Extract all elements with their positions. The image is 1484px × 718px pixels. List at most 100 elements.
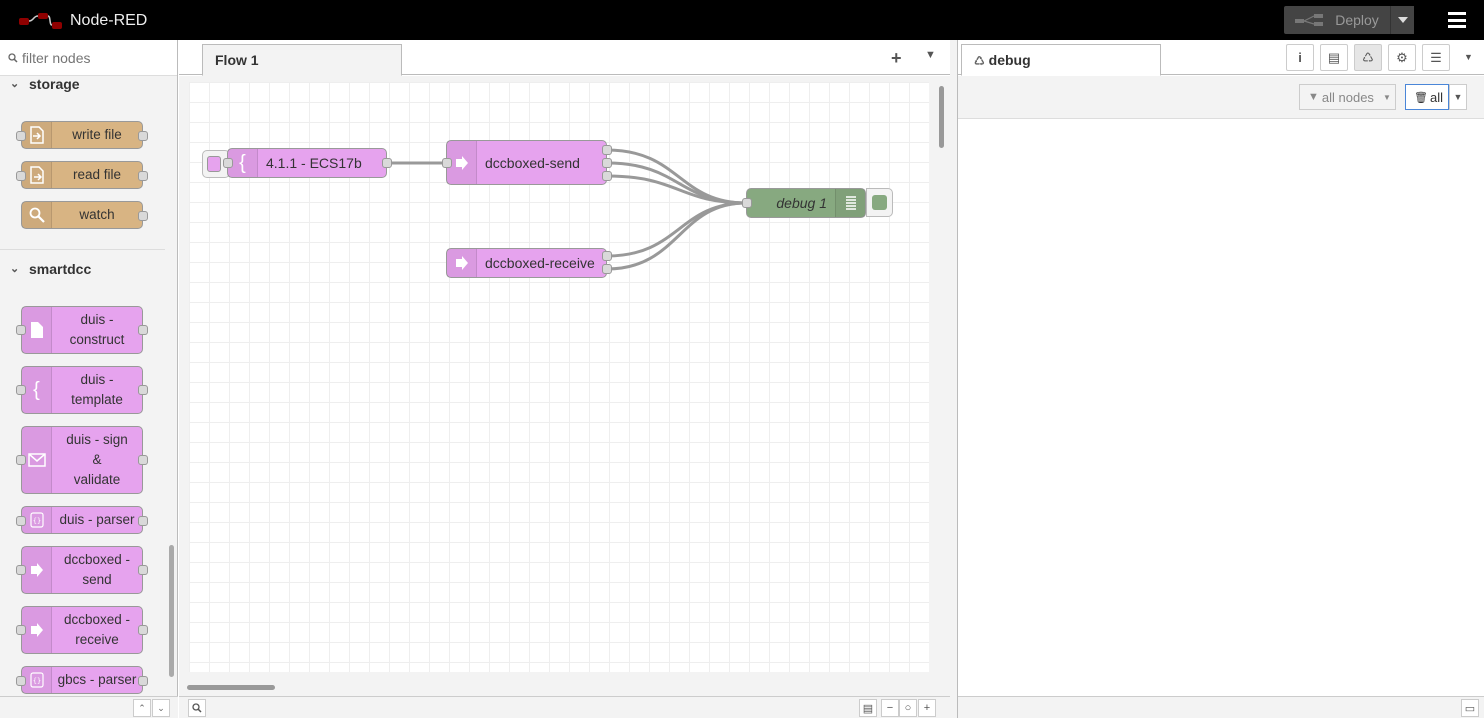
node-label: watch — [79, 207, 115, 222]
palette: ⌄ storage write file read file watch — [0, 40, 178, 718]
zoom-out-button[interactable]: − — [881, 699, 899, 717]
output-port[interactable] — [602, 251, 612, 261]
output-port[interactable] — [602, 171, 612, 181]
add-flow-button[interactable]: + — [891, 48, 902, 69]
flow-node-dccboxed-receive[interactable]: dccboxed-receive — [446, 248, 607, 278]
caret-down-icon: ▼ — [1382, 92, 1391, 102]
caret-down-icon — [1397, 17, 1408, 23]
clear-options-button[interactable]: ▼ — [1449, 84, 1467, 110]
category-storage[interactable]: ⌄ storage — [0, 76, 165, 94]
input-port — [16, 455, 26, 465]
hamburger-icon — [1448, 12, 1466, 15]
input-port — [16, 625, 26, 635]
json-icon: {} — [22, 667, 52, 693]
tab-debug[interactable]: ♺ debug — [961, 44, 1161, 76]
debug-toolbar: ▼ all nodes ▼ 🗑 all ▼ — [958, 76, 1484, 119]
canvas-horizontal-scrollbar[interactable] — [187, 685, 275, 690]
node-button-handle — [207, 156, 221, 172]
output-port[interactable] — [602, 145, 612, 155]
search-flows-button[interactable] — [188, 699, 206, 717]
node-label: write file — [72, 127, 122, 142]
info-tab-button[interactable]: i — [1286, 44, 1314, 71]
palette-footer: ⌃ ⌄ — [0, 696, 178, 718]
caret-down-icon: ▼ — [925, 49, 936, 61]
json-icon: {} — [22, 507, 52, 533]
palette-node-duis-template[interactable]: { duis - template — [21, 366, 143, 414]
chevron-down-icon: ⌄ — [10, 78, 20, 90]
expand-all-button[interactable]: ⌄ — [152, 699, 170, 717]
info-icon: i — [1298, 50, 1302, 65]
debug-messages — [958, 120, 1484, 696]
palette-node-dccboxed-send[interactable]: dccboxed - send — [21, 546, 143, 594]
node-red-logo-icon — [19, 13, 62, 29]
deploy-options-button[interactable] — [1390, 6, 1414, 34]
canvas-vertical-scrollbar[interactable] — [939, 86, 944, 148]
plus-icon: + — [923, 702, 931, 714]
plus-icon: + — [891, 48, 902, 68]
debug-toggle-button[interactable] — [866, 188, 893, 217]
node-label: dccboxed-send — [485, 154, 580, 171]
node-label-line: duis - — [80, 372, 114, 387]
curly-brace-icon: { — [22, 367, 52, 413]
database-icon: ☰ — [1430, 49, 1442, 65]
palette-node-watch[interactable]: watch — [21, 201, 143, 229]
sidebar-tabs-menu[interactable]: ▼ — [1464, 52, 1473, 62]
input-port[interactable] — [742, 198, 752, 208]
palette-node-list: ⌄ storage write file read file watch ⌄ s… — [0, 76, 165, 696]
file-icon — [22, 307, 52, 353]
caret-down-icon: ▼ — [1464, 52, 1473, 62]
flow-node-dccboxed-send[interactable]: dccboxed-send — [446, 140, 607, 185]
output-port[interactable] — [602, 264, 612, 274]
input-port — [16, 325, 26, 335]
zoom-in-button[interactable]: + — [918, 699, 936, 717]
input-port[interactable] — [442, 158, 452, 168]
output-port[interactable] — [382, 158, 392, 168]
palette-node-duis-construct[interactable]: duis - construct — [21, 306, 143, 354]
debug-tab-button[interactable]: ♺ — [1354, 44, 1382, 71]
clear-messages-button[interactable]: 🗑 all — [1405, 84, 1449, 110]
config-tab-button[interactable]: ⚙ — [1388, 44, 1416, 71]
palette-node-duis-parser[interactable]: {} duis - parser — [21, 506, 143, 534]
palette-node-read-file[interactable]: read file — [21, 161, 143, 189]
palette-node-gbcs-parser[interactable]: {} gbcs - parser — [21, 666, 143, 694]
help-tab-button[interactable]: ▤ — [1320, 44, 1348, 71]
sidebar-separator[interactable] — [950, 40, 957, 718]
node-label: gbcs - parser — [57, 672, 137, 687]
tab-flow-1[interactable]: Flow 1 — [202, 44, 402, 76]
input-port — [16, 171, 26, 181]
palette-node-duis-sign-validate[interactable]: duis - sign & validate — [21, 426, 143, 494]
filter-label: all nodes — [1321, 89, 1374, 105]
circle-icon: ○ — [904, 702, 912, 714]
node-red-logo: Node-RED — [18, 10, 147, 32]
output-port[interactable] — [602, 158, 612, 168]
flow-node-template[interactable]: { 4.1.1 - ECS17b — [227, 148, 387, 178]
flow-list-button[interactable]: ▼ — [925, 49, 936, 61]
flow-node-debug[interactable]: debug 1 — [746, 188, 866, 218]
navigator-button[interactable]: ▤ — [859, 699, 877, 717]
palette-node-dccboxed-receive[interactable]: dccboxed - receive — [21, 606, 143, 654]
arrow-right-icon — [22, 547, 52, 593]
palette-node-write-file[interactable]: write file — [21, 121, 143, 149]
input-port — [16, 131, 26, 141]
category-smartdcc[interactable]: ⌄ smartdcc — [0, 259, 165, 279]
node-label-line: dccboxed - — [63, 552, 131, 567]
workspace: Flow 1 + ▼ { 4.1.1 - ECS17b dccboxed-sen… — [179, 40, 950, 718]
context-tab-button[interactable]: ☰ — [1422, 44, 1450, 71]
deploy-button[interactable]: Deploy — [1284, 6, 1390, 34]
minus-icon: − — [886, 702, 894, 714]
collapse-all-button[interactable]: ⌃ — [133, 699, 151, 717]
open-debug-window-button[interactable]: ▭ — [1461, 699, 1479, 717]
sidebar-tabs: ♺ debug i ▤ ♺ ⚙ ☰ ▼ — [958, 40, 1484, 76]
search-icon — [192, 703, 202, 713]
list-icon — [835, 189, 865, 217]
filter-nodes-button[interactable]: ▼ all nodes ▼ — [1299, 84, 1396, 110]
flow-canvas[interactable]: { 4.1.1 - ECS17b dccboxed-send dccboxed-… — [179, 76, 950, 696]
output-port — [138, 171, 148, 181]
search-icon — [8, 52, 18, 63]
palette-scrollbar[interactable] — [169, 545, 174, 677]
input-port[interactable] — [223, 158, 233, 168]
zoom-reset-button[interactable]: ○ — [899, 699, 917, 717]
output-port — [138, 211, 148, 221]
main-menu-button[interactable] — [1446, 10, 1468, 30]
filter-nodes-input[interactable] — [22, 49, 172, 66]
